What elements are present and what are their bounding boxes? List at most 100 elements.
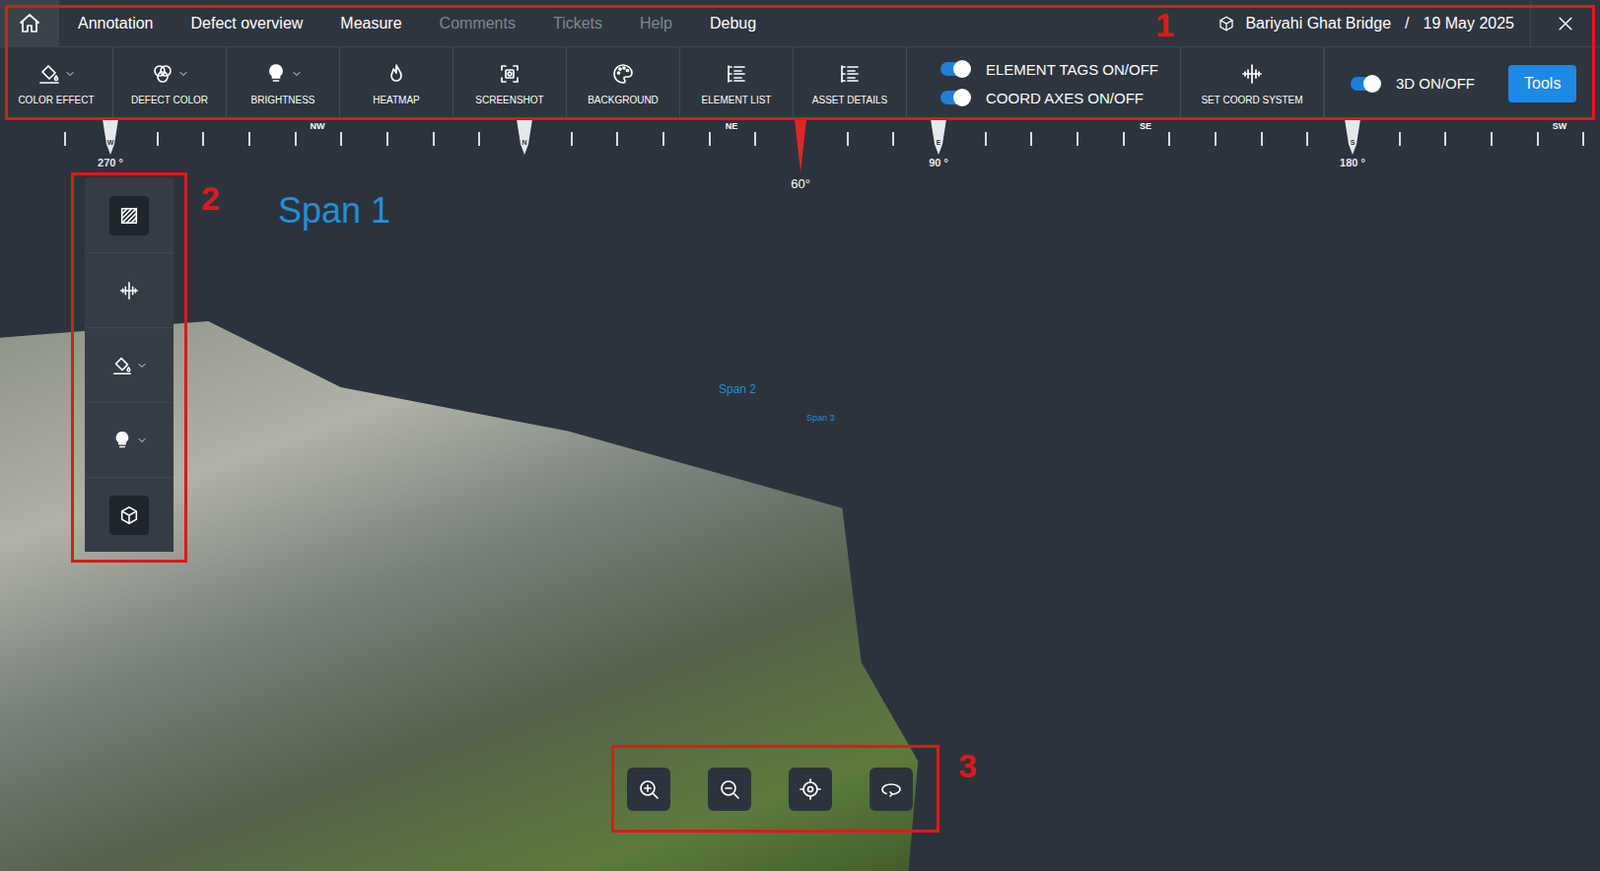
- side-toolbar: [84, 178, 174, 553]
- side-tool-button[interactable]: [84, 253, 174, 329]
- side-tool-button[interactable]: [84, 178, 174, 254]
- annotation-box: [4, 4, 1596, 121]
- element-tag[interactable]: Span 1: [278, 190, 391, 232]
- home-icon: [17, 11, 42, 36]
- compass-tick: [1490, 132, 1493, 146]
- close-button[interactable]: [1530, 0, 1600, 47]
- list-icon: [724, 62, 749, 86]
- axes-icon: [118, 279, 140, 302]
- compass-tick: [294, 132, 297, 146]
- nav-bar: AnnotationDefect overviewMeasureComments…: [0, 0, 1600, 48]
- tools-button[interactable]: Tools: [1508, 65, 1577, 103]
- nav-tab[interactable]: Defect overview: [172, 14, 323, 33]
- nav-tab[interactable]: Measure: [321, 14, 420, 33]
- toggle-group: ELEMENT TAGS ON/OFF COORD AXES ON/OFF: [906, 47, 1182, 120]
- side-tool-button[interactable]: [84, 403, 174, 479]
- toolbar-button[interactable]: BRIGHTNESS: [226, 47, 341, 120]
- nav-tab: Tickets: [534, 14, 622, 33]
- toolbar-button[interactable]: DEFECT COLOR: [113, 47, 227, 120]
- separator: /: [1400, 14, 1413, 33]
- list-icon: [837, 62, 862, 86]
- compass-tick: [202, 132, 205, 146]
- palette-icon: [611, 62, 635, 86]
- toolbar-button[interactable]: COLOR EFFECT: [0, 47, 114, 120]
- bulb-icon: [111, 429, 134, 452]
- screenshot-icon: [497, 62, 522, 86]
- side-tool-button[interactable]: [84, 478, 174, 553]
- toggle-row[interactable]: COORD AXES ON/OFF: [940, 89, 1159, 107]
- cube-icon: [1217, 14, 1236, 33]
- toolbar-button[interactable]: SCREENSHOT: [453, 47, 567, 120]
- toolbar: COLOR EFFECTDEFECT COLORBRIGHTNESSHEATMA…: [0, 47, 1600, 120]
- compass-tick: [478, 132, 481, 146]
- toggle-switch[interactable]: [940, 62, 971, 76]
- defect-icon: [150, 62, 175, 86]
- chevron-icon: [136, 434, 148, 447]
- annotation-label: 3: [958, 749, 977, 783]
- nav-tab[interactable]: Annotation: [59, 14, 173, 33]
- set-coord-button[interactable]: SET COORD SYSTEM: [1181, 47, 1324, 120]
- view-control-button[interactable]: [626, 767, 671, 812]
- compass-tick: [1260, 132, 1263, 146]
- compass-tick: [616, 132, 619, 146]
- toggle-row[interactable]: ELEMENT TAGS ON/OFF: [940, 61, 1159, 78]
- compass-tick: [340, 132, 343, 146]
- target-icon: [798, 777, 823, 802]
- compass-tick: [708, 132, 711, 146]
- flame-icon: [384, 62, 409, 86]
- compass-tick: [386, 132, 389, 146]
- compass-tick: [1582, 132, 1585, 146]
- 3d-viewport[interactable]: W270 °NWNNEE90 °SES180 °SW60°Span 1Span …: [0, 119, 1600, 871]
- toolbar-button[interactable]: BACKGROUND: [566, 47, 681, 120]
- toolbar-button[interactable]: ELEMENT LIST: [680, 47, 794, 120]
- annotation-label: 2: [201, 181, 220, 215]
- annotation-label: 1: [1155, 7, 1175, 42]
- chevron-icon: [290, 68, 303, 80]
- compass-label: NW: [305, 121, 330, 132]
- compass-tick: [570, 132, 573, 146]
- hatch-icon: [118, 205, 140, 227]
- fill-icon: [111, 354, 134, 377]
- annotation-box: [611, 745, 940, 834]
- side-tool-button[interactable]: [84, 328, 174, 404]
- compass-label: SE: [1133, 121, 1158, 132]
- compass-pin: S: [1344, 119, 1361, 155]
- view-control-button[interactable]: [788, 767, 833, 812]
- toolbar-button[interactable]: ASSET DETAILS: [793, 47, 907, 120]
- compass-tick: [1536, 132, 1539, 146]
- zoom-in-icon: [636, 777, 661, 802]
- compass-tick: [1030, 132, 1033, 146]
- compass-tick: [1168, 132, 1171, 146]
- compass-tick: [248, 132, 251, 146]
- compass-tick: [432, 132, 435, 146]
- toolbar-button[interactable]: HEATMAP: [340, 47, 454, 120]
- view-control-button[interactable]: [869, 767, 913, 812]
- toggle-switch[interactable]: [1350, 76, 1381, 91]
- view-controls: [626, 767, 913, 812]
- compass-tick: [64, 132, 67, 146]
- home-button[interactable]: [0, 0, 60, 47]
- zoom-out-icon: [717, 777, 742, 802]
- compass-tick: [1444, 132, 1447, 146]
- compass-pin: N: [516, 119, 533, 155]
- element-tag[interactable]: Span 3: [806, 413, 835, 423]
- compass-pin: W: [102, 119, 119, 155]
- compass-tick: [1306, 132, 1309, 146]
- toggle-3d[interactable]: 3D ON/OFF: [1350, 74, 1475, 92]
- element-tag[interactable]: Span 2: [718, 382, 757, 397]
- rotate-icon: [879, 777, 904, 802]
- close-icon: [1555, 13, 1576, 34]
- view-control-button[interactable]: [707, 767, 752, 812]
- heading-marker: [794, 119, 807, 173]
- nav-tab: Help: [621, 14, 692, 33]
- annotation-box: [70, 172, 188, 563]
- toggle-switch[interactable]: [940, 90, 971, 105]
- nav-tab[interactable]: Debug: [691, 14, 775, 33]
- compass-tick: [846, 132, 849, 146]
- compass-label: NE: [719, 121, 744, 132]
- compass-reading: 90 °: [918, 156, 959, 169]
- nav-tab: Comments: [420, 14, 535, 33]
- compass-tick: [156, 132, 159, 146]
- compass-tick: [892, 132, 895, 146]
- compass-label: SW: [1547, 121, 1572, 132]
